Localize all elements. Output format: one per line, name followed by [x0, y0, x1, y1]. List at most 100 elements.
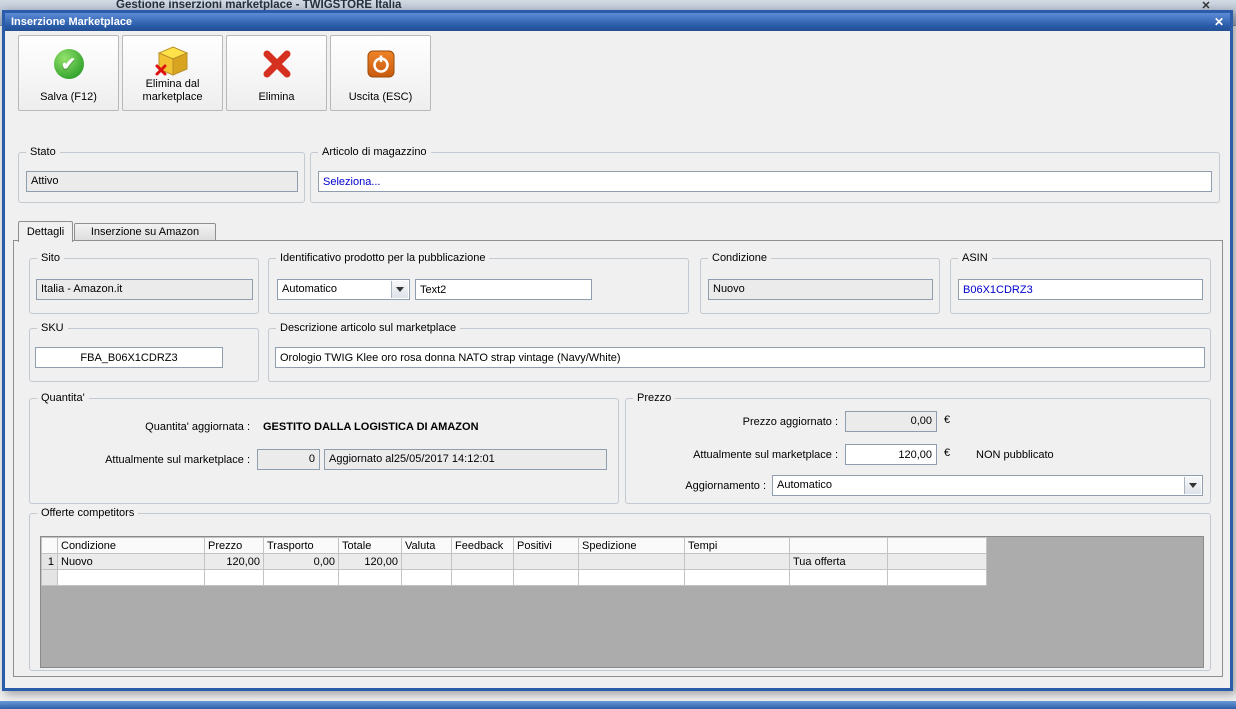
articolo-input[interactable]	[318, 171, 1212, 192]
grid-cell-condizione[interactable]: Nuovo	[57, 553, 205, 570]
prezzo-aggiornato-field: 0,00	[845, 411, 937, 432]
descrizione-group: Descrizione articolo sul marketplace	[268, 322, 1211, 382]
offerte-group-label: Offerte competitors	[37, 507, 139, 520]
grid-header-tempi[interactable]: Tempi	[684, 537, 790, 554]
grid-cell-rownum[interactable]: 1	[41, 553, 58, 570]
grid-cell-valuta[interactable]	[401, 553, 452, 570]
grid-header-positivi[interactable]: Positivi	[513, 537, 579, 554]
tab-dettagli[interactable]: Dettagli	[18, 221, 73, 242]
quantita-marketplace-field: 0	[257, 449, 320, 470]
check-icon: ✔	[53, 49, 84, 79]
grid-cell	[263, 569, 339, 586]
grid-header-condizione[interactable]: Condizione	[57, 537, 205, 554]
quantita-group: Quantita' Quantita' aggiornata : GESTITO…	[29, 392, 619, 504]
dialog-close-icon[interactable]: ✕	[1214, 15, 1224, 29]
grid-header-blank-1[interactable]	[789, 537, 888, 554]
grid-cell-spedizione[interactable]	[578, 553, 685, 570]
euro-symbol-1: €	[944, 414, 951, 426]
sku-group-label: SKU	[37, 322, 68, 335]
prezzo-group-label: Prezzo	[633, 392, 676, 405]
condizione-group-label: Condizione	[708, 252, 772, 265]
grid-cell-positivi[interactable]	[513, 553, 579, 570]
prezzo-group: Prezzo Prezzo aggiornato : 0,00 € Attual…	[625, 392, 1211, 504]
offerte-group: Offerte competitors Condizione Prezzo Tr…	[29, 507, 1211, 671]
grid-cell	[887, 569, 987, 586]
grid-cell-tua-offerta[interactable]: Tua offerta	[789, 553, 888, 570]
grid-cell	[578, 569, 685, 586]
power-icon	[367, 44, 395, 84]
grid-row-2	[41, 569, 987, 586]
asin-group: ASIN	[950, 252, 1211, 314]
grid-cell-tempi[interactable]	[684, 553, 790, 570]
delete-from-marketplace-label: Elimina dal marketplace	[142, 77, 203, 103]
quantita-aggiornata-value: GESTITO DALLA LOGISTICA DI AMAZON	[263, 421, 479, 433]
dialog-content: ✔ Salva (F12) Elimina dal marketplace El…	[5, 31, 1230, 688]
sito-group-label: Sito	[37, 252, 64, 265]
quantita-aggiornata-label: Quantita' aggiornata :	[145, 421, 250, 433]
grid-header-spedizione[interactable]: Spedizione	[578, 537, 685, 554]
delete-button[interactable]: Elimina	[226, 35, 327, 111]
grid-cell	[204, 569, 264, 586]
delete-button-label: Elimina	[258, 90, 295, 103]
grid-header-rownum[interactable]	[41, 537, 58, 554]
asin-group-label: ASIN	[958, 252, 992, 265]
descrizione-group-label: Descrizione articolo sul marketplace	[276, 322, 461, 335]
descrizione-input[interactable]	[275, 347, 1205, 368]
identificativo-text-input[interactable]	[415, 279, 592, 300]
euro-symbol-2: €	[944, 447, 951, 459]
condizione-group: Condizione Nuovo	[700, 252, 940, 314]
exit-button-label: Uscita (ESC)	[348, 90, 413, 103]
identificativo-group: Identificativo prodotto per la pubblicaz…	[268, 252, 689, 314]
competitors-grid[interactable]: Condizione Prezzo Trasporto Totale Valut…	[40, 536, 1204, 668]
identificativo-combobox-value: Automatico	[282, 283, 338, 295]
identificativo-combobox[interactable]: Automatico	[277, 279, 410, 300]
dettagli-tab-panel: Sito Italia - Amazon.it Identificativo p…	[13, 240, 1223, 677]
tab-inserzione-su-amazon-label: Inserzione su Amazon	[90, 226, 200, 238]
sito-group: Sito Italia - Amazon.it	[29, 252, 259, 314]
grid-header-trasporto[interactable]: Trasporto	[263, 537, 339, 554]
stato-group-label: Stato	[26, 146, 60, 159]
stato-group: Stato Attivo	[18, 146, 305, 203]
chevron-down-glyph	[1189, 483, 1197, 488]
grid-cell-prezzo[interactable]: 120,00	[204, 553, 264, 570]
grid-header-valuta[interactable]: Valuta	[401, 537, 452, 554]
grid-header-feedback[interactable]: Feedback	[451, 537, 514, 554]
save-button-label: Salva (F12)	[40, 90, 97, 103]
red-x-icon	[260, 44, 294, 84]
articolo-group: Articolo di magazzino	[310, 146, 1220, 203]
prezzo-marketplace-input[interactable]	[845, 444, 937, 465]
grid-header-prezzo[interactable]: Prezzo	[204, 537, 264, 554]
sku-input[interactable]	[35, 347, 223, 368]
chevron-down-icon[interactable]	[391, 281, 408, 298]
quantita-aggiornato-al-field: Aggiornato al25/05/2017 14:12:01	[324, 449, 607, 470]
chevron-down-icon[interactable]	[1184, 477, 1201, 494]
grid-header-blank-2[interactable]	[887, 537, 987, 554]
aggiornamento-combobox-value: Automatico	[777, 479, 833, 491]
grid-cell	[684, 569, 790, 586]
exit-button[interactable]: Uscita (ESC)	[330, 35, 431, 111]
aggiornamento-combobox[interactable]: Automatico	[772, 475, 1203, 496]
sku-group: SKU	[29, 322, 259, 382]
prezzo-aggiornato-label: Prezzo aggiornato :	[742, 416, 838, 428]
pubblicato-status: NON pubblicato	[976, 449, 1054, 461]
tab-dettagli-label: Dettagli	[26, 226, 65, 238]
grid-cell	[513, 569, 579, 586]
grid-cell-feedback[interactable]	[451, 553, 514, 570]
grid-cell	[451, 569, 514, 586]
articolo-group-label: Articolo di magazzino	[318, 146, 431, 159]
grid-cell	[789, 569, 888, 586]
save-button[interactable]: ✔ Salva (F12)	[18, 35, 119, 111]
grid-cell	[57, 569, 205, 586]
asin-input[interactable]	[958, 279, 1203, 300]
background-window-bottom-border	[0, 701, 1236, 709]
delete-from-marketplace-button[interactable]: Elimina dal marketplace	[122, 35, 223, 111]
grid-cell-trasporto[interactable]: 0,00	[263, 553, 339, 570]
dialog-titlebar[interactable]: Inserzione Marketplace ✕	[5, 13, 1230, 31]
grid-cell-totale[interactable]: 120,00	[338, 553, 402, 570]
quantita-marketplace-label: Attualmente sul marketplace :	[105, 454, 250, 466]
grid-header-totale[interactable]: Totale	[338, 537, 402, 554]
grid-cell-blank[interactable]	[887, 553, 987, 570]
tab-inserzione-su-amazon[interactable]: Inserzione su Amazon	[74, 223, 216, 240]
sito-field: Italia - Amazon.it	[36, 279, 253, 300]
competitors-table: Condizione Prezzo Trasporto Totale Valut…	[41, 537, 987, 586]
